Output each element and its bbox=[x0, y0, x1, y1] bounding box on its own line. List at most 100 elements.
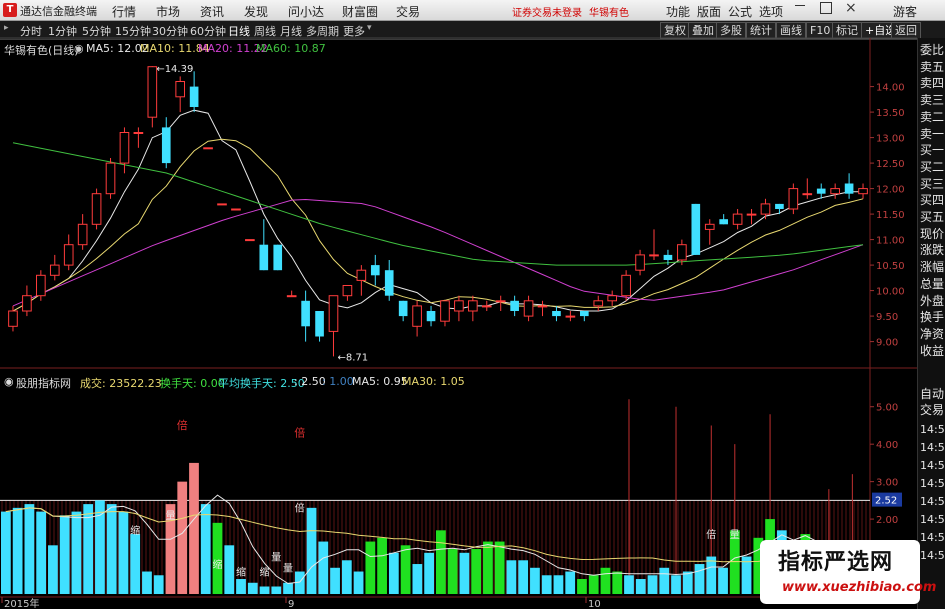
indicator-bar bbox=[694, 564, 705, 594]
candlestick bbox=[328, 295, 339, 357]
price-tick-label: 14.00 bbox=[876, 83, 905, 94]
candle-body bbox=[635, 254, 645, 271]
indicator-bar bbox=[318, 541, 329, 594]
candlestick bbox=[286, 290, 297, 298]
candle-body bbox=[481, 305, 492, 308]
indicator-tick-label: 4.00 bbox=[876, 440, 898, 451]
sidebar-tick-time: 14:56 bbox=[920, 477, 945, 490]
candlestick bbox=[537, 300, 548, 317]
indicator-bar bbox=[236, 579, 246, 594]
candlestick bbox=[830, 183, 840, 199]
candlestick bbox=[370, 254, 380, 286]
candlestick bbox=[22, 285, 32, 317]
sidebar-quote-label: 涨幅 bbox=[920, 260, 945, 275]
indicator-bar bbox=[106, 504, 117, 594]
watermark-url: www.xuezhibiao.com bbox=[782, 580, 937, 595]
volume-mark: 缩 bbox=[236, 565, 246, 578]
candle-body bbox=[356, 269, 367, 281]
indicator-tick-label: 3.00 bbox=[876, 478, 898, 489]
candlestick bbox=[119, 127, 130, 174]
candle-body bbox=[398, 300, 408, 317]
candlestick bbox=[775, 203, 784, 215]
indicator-bar bbox=[200, 504, 211, 594]
price-tick-label: 11.00 bbox=[876, 236, 905, 247]
candlestick bbox=[802, 178, 813, 199]
candle-body bbox=[552, 311, 561, 317]
volume-mark: 倍 bbox=[706, 528, 716, 541]
indicator-bar bbox=[153, 575, 164, 594]
candle-body bbox=[77, 223, 88, 246]
time-tick-label: 2015年 bbox=[4, 597, 39, 609]
candlestick bbox=[565, 311, 576, 322]
indicator-bar bbox=[494, 541, 505, 594]
candle-body bbox=[175, 81, 186, 98]
sidebar-auto-trade[interactable]: 交易 bbox=[920, 402, 944, 418]
sidebar-quote-label: 委比 bbox=[920, 43, 945, 57]
candle-body bbox=[273, 244, 283, 271]
candlestick bbox=[607, 290, 618, 306]
indicator-bar bbox=[518, 560, 529, 594]
candle-body bbox=[746, 213, 757, 216]
candle-body bbox=[440, 300, 450, 322]
moving-average-lines bbox=[12, 109, 864, 312]
candle-body bbox=[49, 264, 60, 276]
candle-body bbox=[830, 188, 840, 195]
sidebar-auto-trade[interactable]: 自动 bbox=[920, 386, 944, 402]
candlestick bbox=[426, 305, 436, 327]
low-price-label: ←8.71 bbox=[337, 352, 368, 363]
candlestick bbox=[356, 265, 367, 296]
candlestick bbox=[440, 300, 450, 327]
candlestick bbox=[301, 290, 310, 342]
candlestick bbox=[245, 239, 255, 242]
candle-body bbox=[580, 311, 589, 317]
candle-body bbox=[454, 300, 464, 312]
chart-canvas[interactable]: 14.00 13.50 13.00 12.50 12.00 11.50 11.00 10.50… bbox=[0, 0, 945, 609]
candlestick bbox=[63, 234, 74, 271]
indicator-axis: 5.00 4.00 3.00 2.00 2.52 bbox=[870, 403, 902, 526]
indicator-bar bbox=[189, 462, 199, 594]
ma5-line bbox=[12, 109, 863, 312]
ma60-line bbox=[12, 142, 864, 266]
indicator-bar bbox=[212, 522, 223, 594]
candlestick bbox=[454, 295, 464, 322]
indicator-bar bbox=[341, 560, 352, 594]
candle-body bbox=[22, 295, 32, 312]
sidebar-tick-time: 14:56 bbox=[920, 495, 945, 508]
multiplier-mark: 倍 bbox=[294, 426, 305, 440]
sidebar-tick-time: 14:56 bbox=[920, 441, 945, 454]
candle-body bbox=[719, 219, 728, 225]
volume-mark: 量 bbox=[271, 551, 281, 563]
indicator-bar bbox=[48, 545, 58, 594]
watermark-title: 指标严选网 bbox=[778, 550, 894, 575]
candlestick bbox=[468, 295, 478, 322]
candle-body bbox=[537, 305, 548, 308]
indicator-bar bbox=[600, 567, 611, 594]
volume-mark: 缩 bbox=[130, 524, 140, 537]
candle-body bbox=[259, 244, 269, 271]
price-tick-label: 13.00 bbox=[876, 134, 905, 145]
candlestick bbox=[147, 66, 158, 128]
candlestick bbox=[621, 270, 631, 301]
candle-body bbox=[788, 188, 799, 210]
candle-body bbox=[607, 295, 618, 302]
candle-body bbox=[663, 254, 673, 260]
indicator-bar bbox=[483, 541, 493, 594]
sidebar-quote-label: 总量 bbox=[920, 276, 945, 291]
indicator-bar bbox=[659, 567, 670, 594]
candle-body bbox=[593, 300, 604, 307]
sidebar-quote-label: 卖四 bbox=[920, 76, 945, 91]
indicator-bar bbox=[553, 575, 564, 594]
indicator-bar bbox=[588, 575, 599, 594]
sidebar-quote-label: 买二 bbox=[920, 159, 945, 174]
candlestick bbox=[49, 254, 60, 281]
indicator-bar bbox=[436, 530, 446, 594]
sidebar-quote-label: 收益 bbox=[920, 343, 945, 358]
indicator-bar bbox=[224, 545, 235, 594]
sidebar-quote-label: 卖三 bbox=[920, 93, 945, 108]
sidebar-quote-label: 买四 bbox=[920, 193, 945, 208]
indicator-bar bbox=[283, 582, 293, 594]
candlesticks bbox=[8, 66, 868, 357]
indicator-bar bbox=[612, 571, 623, 594]
sidebar-quote-label: 买五 bbox=[920, 210, 945, 224]
indicator-bar bbox=[177, 481, 188, 594]
